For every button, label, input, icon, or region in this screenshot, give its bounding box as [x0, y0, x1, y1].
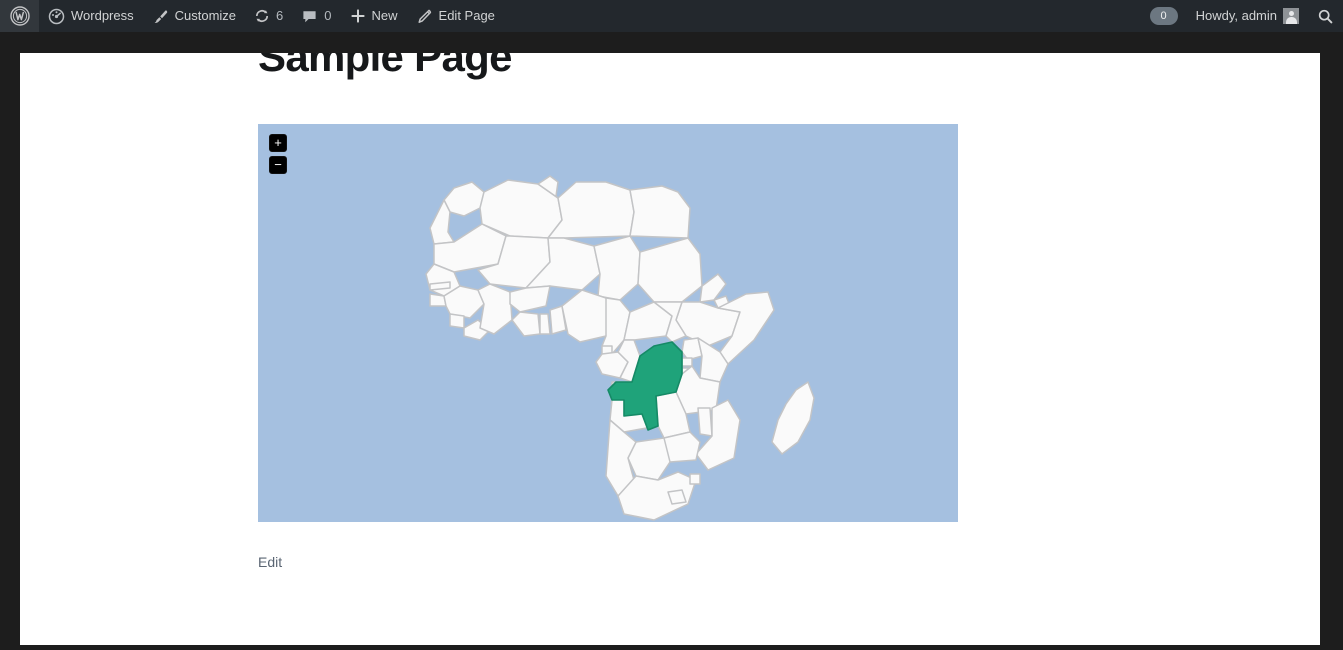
admin-bar-left-group: Wordpress Customize 6 0 New Edit Page [0, 0, 504, 32]
wp-admin-bar: Wordpress Customize 6 0 New Edit Page 0 … [0, 0, 1343, 32]
updates-icon [254, 8, 270, 24]
comments-count: 0 [324, 8, 332, 23]
country-burkina-faso [509, 285, 551, 313]
country-rwanda [681, 357, 693, 367]
dashboard-icon [48, 8, 65, 25]
country-togo [539, 313, 551, 335]
site-name-label: Wordpress [71, 8, 134, 23]
map-zoom-controls[interactable]: + − [269, 134, 287, 174]
updates-button[interactable]: 6 [245, 0, 292, 32]
content-surface: Sample Page + − Edit [20, 53, 1320, 645]
notifications-button[interactable]: 0 [1141, 0, 1187, 32]
customize-label: Customize [174, 8, 237, 23]
country-malawi [697, 407, 713, 437]
country-sudan [637, 237, 703, 303]
country-gambia [429, 281, 451, 291]
wordpress-logo-button[interactable] [0, 0, 39, 32]
admin-bar-right-group: 0 Howdy, admin [1141, 0, 1343, 32]
updates-count: 6 [276, 8, 284, 23]
comment-bubble-icon [301, 8, 318, 25]
country-sierra-leone [449, 313, 465, 329]
map-countries [425, 175, 815, 521]
country-chad [593, 235, 641, 301]
my-account-menu[interactable]: Howdy, admin [1187, 0, 1308, 32]
country-eswatini [689, 473, 701, 485]
new-content-button[interactable]: New [341, 0, 407, 32]
country-lesotho [667, 489, 687, 505]
search-button[interactable] [1308, 0, 1343, 32]
country-egypt [629, 185, 691, 239]
country-libya [547, 181, 635, 239]
new-content-label: New [371, 8, 398, 23]
country-ivory-coast [477, 283, 513, 335]
search-icon [1317, 8, 1334, 25]
comments-button[interactable]: 0 [292, 0, 340, 32]
paintbrush-icon [152, 8, 169, 25]
map-canvas[interactable] [258, 124, 958, 522]
country-madagascar [771, 381, 815, 455]
entry-header: Sample Page [258, 53, 1258, 81]
map-zoom-in-button[interactable]: + [269, 134, 287, 152]
account-greeting-label: Howdy, admin [1195, 8, 1277, 23]
pencil-icon [416, 8, 433, 25]
edit-page-button[interactable]: Edit Page [407, 0, 504, 32]
user-avatar-icon [1283, 8, 1299, 24]
notifications-count: 0 [1149, 7, 1178, 25]
africa-map-widget[interactable]: + − [258, 124, 958, 522]
customize-button[interactable]: Customize [143, 0, 245, 32]
wordpress-icon [10, 6, 30, 26]
africa-map-svg[interactable] [258, 124, 958, 522]
edit-post-link[interactable]: Edit [258, 553, 282, 573]
page-title: Sample Page [258, 53, 512, 80]
country-ghana [511, 311, 541, 337]
plus-icon [350, 8, 366, 24]
page-frame: Sample Page + − Edit [0, 32, 1343, 650]
edit-page-label: Edit Page [438, 8, 495, 23]
map-zoom-out-button[interactable]: − [269, 156, 287, 174]
site-name-menu[interactable]: Wordpress [39, 0, 143, 32]
